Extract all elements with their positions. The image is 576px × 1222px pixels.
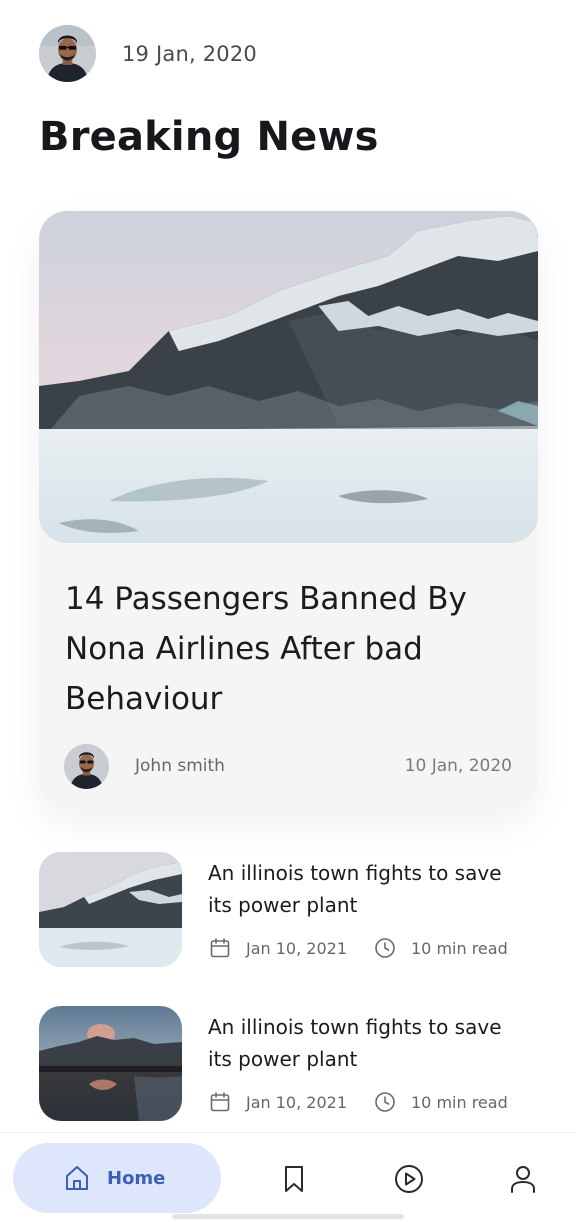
play-icon (395, 1165, 423, 1193)
news-thumbnail (39, 1006, 182, 1121)
home-indicator (172, 1214, 404, 1219)
author-avatar (64, 743, 109, 789)
clock-icon (373, 1090, 397, 1114)
bookmark-icon (285, 1166, 303, 1192)
news-thumbnail (39, 852, 182, 967)
author-name: John smith (135, 756, 225, 776)
author-portrait-icon (64, 743, 109, 789)
nav-video-tab[interactable] (393, 1163, 425, 1195)
user-avatar[interactable] (39, 25, 96, 82)
nav-home-label: Home (107, 1167, 166, 1189)
news-meta: Jan 10, 2021 10 min read (208, 936, 508, 960)
news-date: Jan 10, 2021 (246, 938, 347, 958)
news-meta: Jan 10, 2021 10 min read (208, 1090, 508, 1114)
clock-icon (373, 936, 397, 960)
page-title: Breaking News (39, 114, 379, 160)
bottom-navigation: Home (0, 1132, 576, 1222)
news-list-item[interactable]: An illinois town fights to save its powe… (39, 1006, 539, 1122)
mountain-lake-sunset-image (39, 1006, 182, 1121)
nav-profile-tab[interactable] (507, 1163, 539, 1195)
news-app-screen: 19 Jan, 2020 Breaking News 14 Passengers… (0, 0, 576, 1222)
read-time-label: 10 min read (411, 938, 508, 958)
news-headline[interactable]: An illinois town fights to save its powe… (208, 1011, 528, 1075)
read-time-label: 10 min read (411, 1092, 508, 1112)
header-date: 19 Jan, 2020 (122, 41, 257, 66)
snowy-mountain-image (39, 211, 538, 543)
featured-news-card[interactable]: 14 Passengers Banned By Nona Airlines Af… (39, 211, 538, 809)
news-headline[interactable]: An illinois town fights to save its powe… (208, 857, 528, 921)
nav-home-tab[interactable]: Home (13, 1143, 221, 1213)
read-time: 10 min read (373, 1090, 508, 1114)
header: 19 Jan, 2020 (39, 25, 257, 82)
snowy-mountain-image (39, 852, 182, 967)
featured-date: 10 Jan, 2020 (404, 756, 512, 776)
featured-meta: John smith 10 Jan, 2020 (64, 743, 512, 789)
news-date: Jan 10, 2021 (246, 1092, 347, 1112)
featured-image (39, 211, 538, 543)
read-time: 10 min read (373, 936, 508, 960)
nav-bookmark-tab[interactable] (278, 1163, 310, 1195)
calendar-icon (208, 1090, 232, 1114)
news-list-item[interactable]: An illinois town fights to save its powe… (39, 852, 539, 968)
featured-headline[interactable]: 14 Passengers Banned By Nona Airlines Af… (65, 574, 525, 724)
avatar-portrait-icon (39, 25, 96, 82)
profile-icon (511, 1166, 535, 1193)
calendar-icon (208, 936, 232, 960)
home-icon (62, 1163, 92, 1193)
